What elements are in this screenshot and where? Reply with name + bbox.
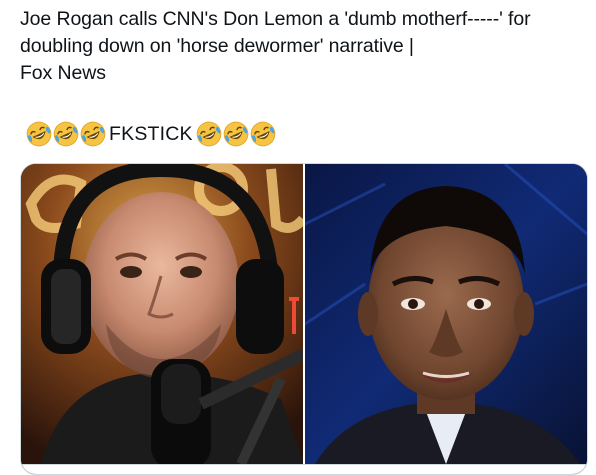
- emoji-caption: FKSTICK: [109, 122, 193, 145]
- rolling-on-the-floor-laughing-icon: [196, 121, 222, 147]
- rolling-on-the-floor-laughing-icon: [223, 121, 249, 147]
- media-card[interactable]: [20, 163, 588, 475]
- don-lemon-cnn-photo: [305, 164, 587, 464]
- emoji-line: FKSTICK: [26, 119, 277, 149]
- rolling-on-the-floor-laughing-icon: [53, 121, 79, 147]
- rolling-on-the-floor-laughing-icon: [26, 121, 52, 147]
- don-lemon-photo[interactable]: [305, 164, 587, 464]
- joe-rogan-photo[interactable]: [21, 164, 304, 464]
- rolling-on-the-floor-laughing-icon: [80, 121, 106, 147]
- joe-rogan-podcast-photo: [21, 164, 304, 464]
- tweet-text: Joe Rogan calls CNN's Don Lemon a 'dumb …: [20, 8, 531, 84]
- card-footer: [21, 464, 587, 474]
- rolling-on-the-floor-laughing-icon: [250, 121, 276, 147]
